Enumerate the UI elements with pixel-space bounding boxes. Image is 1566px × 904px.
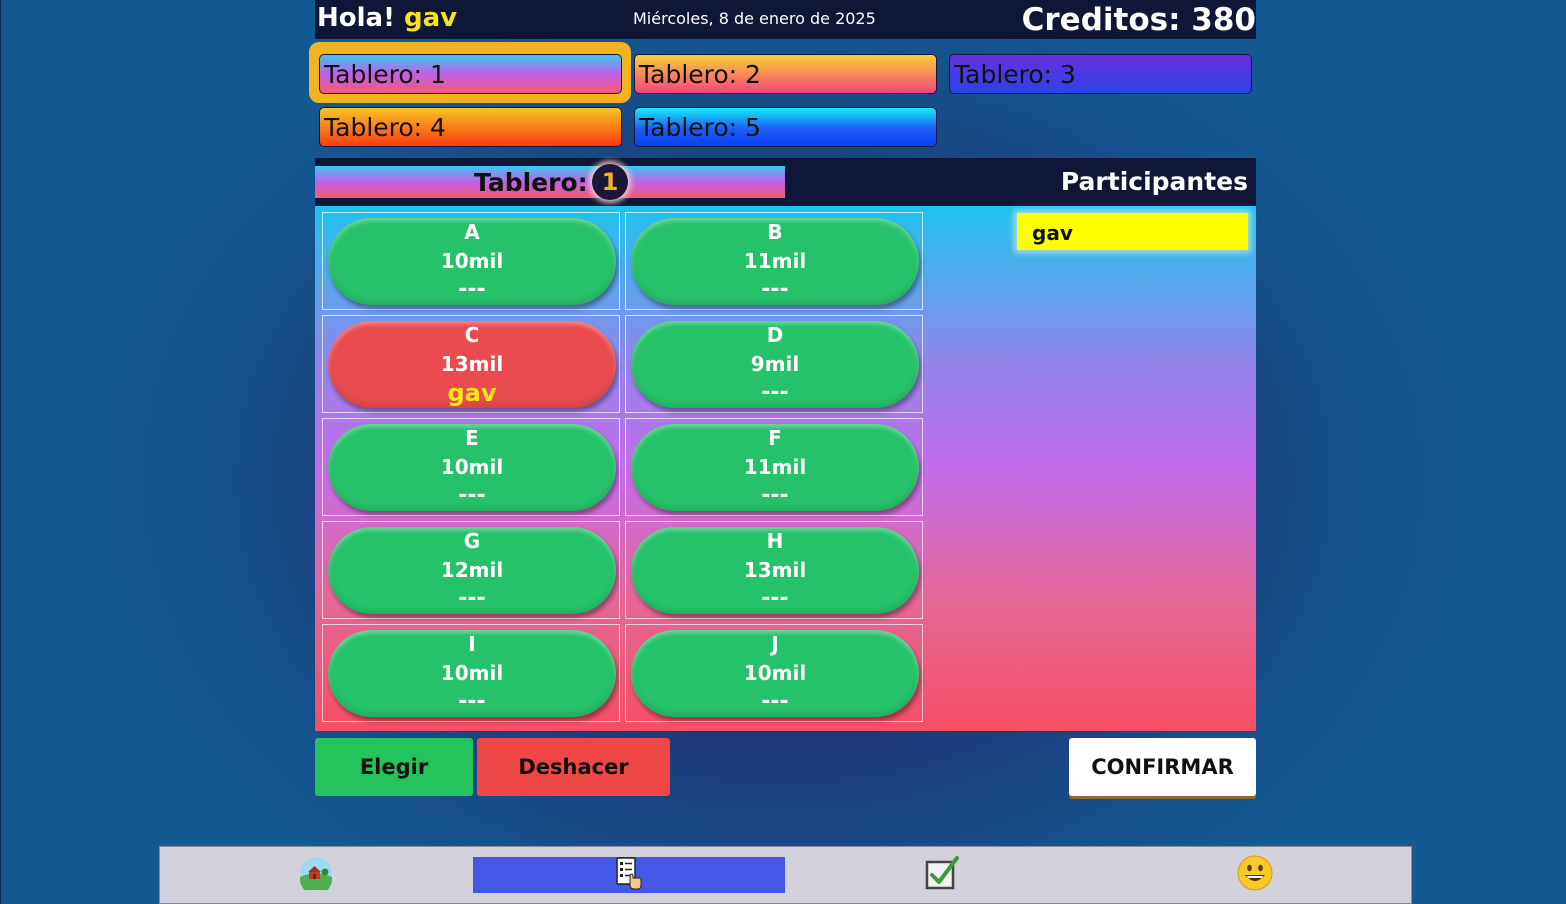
- seat-cell-i: I 10mil ---: [322, 624, 620, 722]
- seat-cell-f: F 11mil ---: [625, 418, 923, 516]
- board-title-bar: Tablero: 1 Participantes: [315, 158, 1256, 206]
- seat-occupant: ---: [761, 483, 789, 508]
- seat-price: 10mil: [743, 661, 807, 685]
- elegir-button[interactable]: Elegir: [315, 738, 473, 796]
- seat-occupant: ---: [761, 277, 789, 302]
- deshacer-button[interactable]: Deshacer: [477, 738, 670, 796]
- tab-tablero-4[interactable]: Tablero: 4: [319, 107, 622, 147]
- checklist-pointer-icon: [614, 856, 644, 894]
- seat-occupant: ---: [761, 689, 789, 714]
- tab-tablero-2[interactable]: Tablero: 2: [634, 54, 937, 94]
- seat-price: 11mil: [743, 249, 807, 273]
- tab-tablero-5[interactable]: Tablero: 5: [634, 107, 937, 147]
- seat-letter: I: [468, 632, 476, 656]
- greeting: Hola! gav: [317, 3, 457, 33]
- seat-price: 13mil: [743, 558, 807, 582]
- seat-i[interactable]: I 10mil ---: [328, 630, 616, 717]
- seat-cell-c: C 13mil gav: [322, 315, 620, 413]
- seat-price: 10mil: [440, 249, 504, 273]
- greeting-text: Hola!: [317, 3, 395, 33]
- seat-letter: B: [767, 220, 783, 244]
- credits-display: Creditos: 380: [1021, 2, 1256, 38]
- seat-price: 10mil: [440, 661, 504, 685]
- seat-cell-h: H 13mil ---: [625, 521, 923, 619]
- seat-letter: F: [768, 426, 782, 450]
- seat-c[interactable]: C 13mil gav: [328, 321, 616, 408]
- seat-occupant: gav: [447, 379, 497, 407]
- seat-occupant: ---: [761, 380, 789, 405]
- seat-j[interactable]: J 10mil ---: [631, 630, 919, 717]
- seat-occupant: ---: [458, 483, 486, 508]
- seat-letter: J: [771, 632, 779, 656]
- seat-letter: D: [766, 323, 784, 347]
- seat-letter: A: [464, 220, 480, 244]
- checkbox-checked-icon: [924, 855, 960, 895]
- seat-letter: G: [463, 529, 481, 553]
- seat-occupant: ---: [458, 586, 486, 611]
- tab-tablero-3[interactable]: Tablero: 3: [949, 54, 1252, 94]
- nav-confirmed[interactable]: [786, 855, 1098, 895]
- seat-occupant: ---: [761, 586, 789, 611]
- board-label-banner: Tablero: 1: [315, 164, 785, 200]
- seat-board: A 10mil --- B 11mil --- C 13mil gav D 9m…: [315, 206, 1256, 731]
- nav-home[interactable]: [160, 856, 472, 895]
- top-header: Hola! gav Miércoles, 8 de enero de 2025 …: [315, 0, 1256, 39]
- seat-price: 11mil: [743, 455, 807, 479]
- seat-f[interactable]: F 11mil ---: [631, 424, 919, 511]
- seat-occupant: ---: [458, 689, 486, 714]
- seat-cell-j: J 10mil ---: [625, 624, 923, 722]
- seat-price: 9mil: [750, 352, 800, 376]
- board-number-badge: 1: [592, 164, 628, 200]
- confirmar-button[interactable]: CONFIRMAR: [1069, 738, 1256, 796]
- nav-profile[interactable]: [1099, 855, 1411, 895]
- seat-cell-e: E 10mil ---: [322, 418, 620, 516]
- seat-price: 12mil: [440, 558, 504, 582]
- current-date: Miércoles, 8 de enero de 2025: [633, 9, 876, 28]
- tab-tablero-1[interactable]: Tablero: 1: [319, 54, 622, 94]
- seat-g[interactable]: G 12mil ---: [328, 527, 616, 614]
- seat-b[interactable]: B 11mil ---: [631, 218, 919, 305]
- participants-title: Participantes: [1060, 167, 1248, 196]
- smiley-face-icon: [1237, 855, 1273, 895]
- seat-price: 10mil: [440, 455, 504, 479]
- bottom-nav: [159, 846, 1412, 904]
- seat-cell-a: A 10mil ---: [322, 212, 620, 310]
- home-landscape-icon: [299, 856, 333, 895]
- seat-h[interactable]: H 13mil ---: [631, 527, 919, 614]
- seat-e[interactable]: E 10mil ---: [328, 424, 616, 511]
- seat-letter: H: [766, 529, 784, 553]
- nav-board[interactable]: [473, 857, 785, 893]
- greeting-username: gav: [404, 3, 458, 33]
- seat-letter: C: [464, 323, 480, 347]
- seat-price: 13mil: [440, 352, 504, 376]
- seat-cell-g: G 12mil ---: [322, 521, 620, 619]
- board-label: Tablero:: [474, 168, 588, 197]
- seat-a[interactable]: A 10mil ---: [328, 218, 616, 305]
- seat-cell-d: D 9mil ---: [625, 315, 923, 413]
- seat-letter: E: [465, 426, 479, 450]
- seat-cell-b: B 11mil ---: [625, 212, 923, 310]
- seat-d[interactable]: D 9mil ---: [631, 321, 919, 408]
- app-background: Hola! gav Miércoles, 8 de enero de 2025 …: [0, 0, 1566, 904]
- seat-occupant: ---: [458, 277, 486, 302]
- participant-item: gav: [1017, 213, 1248, 250]
